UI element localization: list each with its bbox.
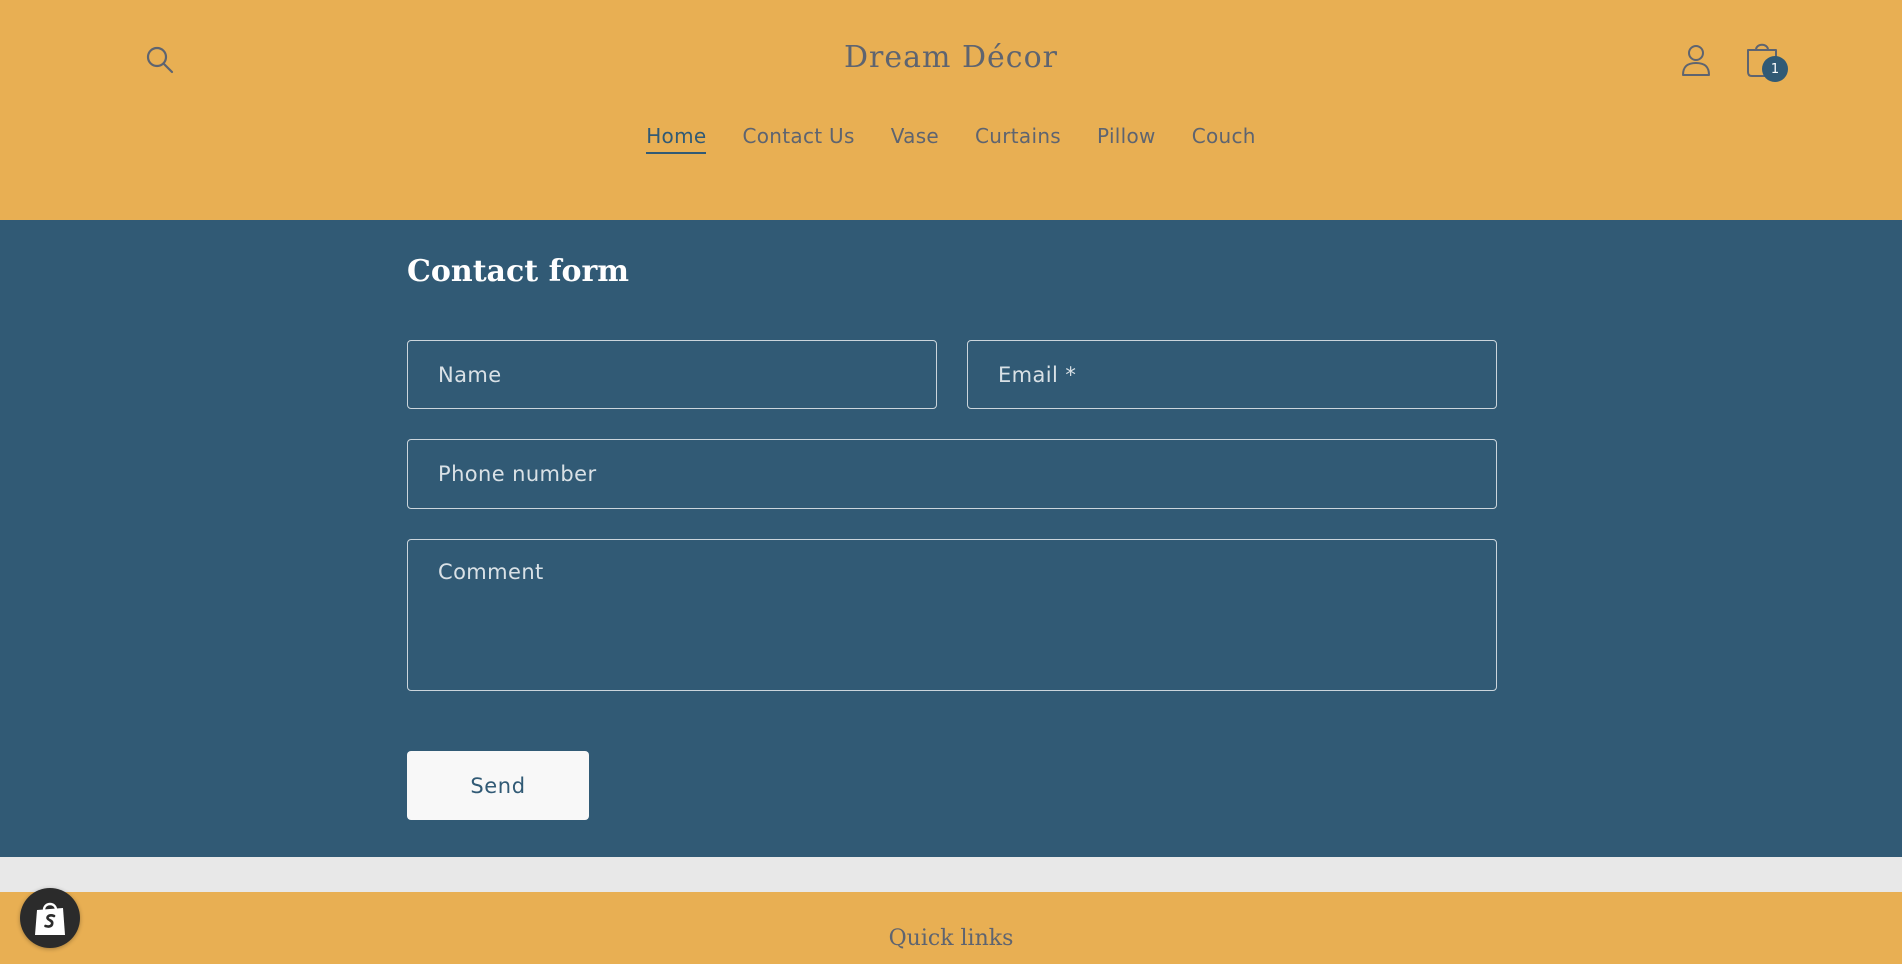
phone-input[interactable] <box>407 439 1497 509</box>
quick-links-heading: Quick links <box>888 926 1014 951</box>
cart-button[interactable]: 1 <box>1742 36 1788 82</box>
cart-count-badge: 1 <box>1762 56 1788 82</box>
contact-section: Contact form Send <box>0 220 1902 857</box>
shopify-badge-button[interactable] <box>20 888 80 948</box>
nav-item-home[interactable]: Home <box>646 124 707 154</box>
store-logo[interactable]: Dream Décor <box>844 40 1058 75</box>
shopify-bag-icon <box>35 902 65 935</box>
account-button[interactable] <box>1676 40 1716 80</box>
nav-item-contact-us[interactable]: Contact Us <box>742 124 854 154</box>
search-icon <box>146 46 174 74</box>
nav-item-pillow[interactable]: Pillow <box>1097 124 1156 154</box>
nav-item-curtains[interactable]: Curtains <box>975 124 1061 154</box>
nav-item-vase[interactable]: Vase <box>891 124 939 154</box>
main-nav: Home Contact Us Vase Curtains Pillow Cou… <box>0 124 1902 154</box>
name-input[interactable] <box>407 340 937 409</box>
site-footer: Quick links <box>0 892 1902 964</box>
store-logo-wrap: Dream Décor <box>0 40 1902 75</box>
site-header: Dream Décor 1 Home Contact Us Vase Curta… <box>0 0 1902 220</box>
send-button[interactable]: Send <box>407 751 589 820</box>
nav-item-couch[interactable]: Couch <box>1192 124 1256 154</box>
email-input[interactable] <box>967 340 1497 409</box>
search-button[interactable] <box>140 40 180 80</box>
contact-form-title: Contact form <box>407 254 630 289</box>
quick-links-heading-wrap: Quick links <box>0 926 1902 951</box>
account-icon <box>1682 45 1710 76</box>
comment-textarea[interactable] <box>407 539 1497 691</box>
